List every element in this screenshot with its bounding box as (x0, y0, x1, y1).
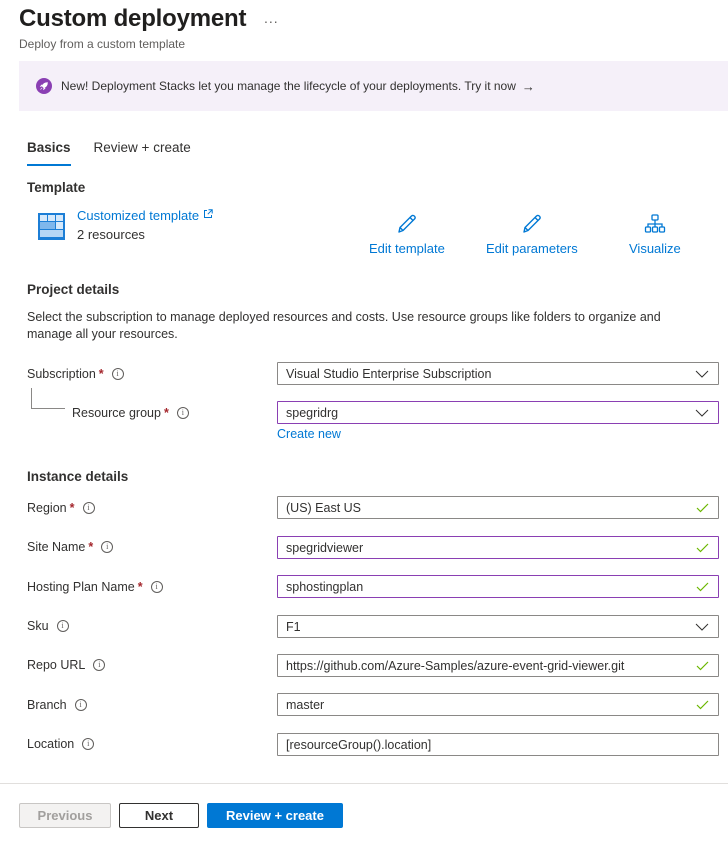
tab-review-create[interactable]: Review + create (94, 140, 191, 163)
more-options-button[interactable]: ... (264, 10, 279, 26)
hosting-plan-name-label-text: Hosting Plan Name (27, 580, 135, 594)
resource-group-value: spegridrg (286, 405, 339, 420)
subscription-label-text: Subscription (27, 367, 96, 381)
repo-url-label: Repo URL i (27, 658, 106, 672)
location-input[interactable]: [resourceGroup().location] (277, 733, 719, 756)
repo-url-input[interactable]: https://github.com/Azure-Samples/azure-e… (277, 654, 719, 677)
checkmark-icon (690, 700, 714, 710)
region-label-text: Region (27, 501, 67, 515)
review-create-button[interactable]: Review + create (207, 803, 343, 828)
previous-button[interactable]: Previous (19, 803, 111, 828)
region-value: (US) East US (286, 500, 362, 515)
customized-template-link[interactable]: Customized template (77, 208, 213, 223)
required-marker: * (88, 540, 94, 554)
template-icon (38, 213, 65, 243)
resource-group-label: Resource group * i (72, 406, 189, 420)
external-link-icon (203, 208, 213, 223)
template-name: Customized template (77, 208, 200, 223)
footer-divider (0, 783, 728, 784)
site-name-label-text: Site Name (27, 540, 86, 554)
edit-template-label: Edit template (369, 241, 445, 256)
template-resource-count: 2 resources (77, 227, 145, 242)
instance-details-heading: Instance details (27, 469, 129, 484)
info-icon[interactable]: i (150, 581, 163, 593)
edit-parameters-label: Edit parameters (486, 241, 578, 256)
branch-label-text: Branch (27, 698, 67, 712)
deployment-stacks-banner[interactable]: New! Deployment Stacks let you manage th… (19, 61, 728, 111)
checkmark-icon (690, 661, 714, 671)
region-input[interactable]: (US) East US (277, 496, 719, 519)
pencil-icon (396, 214, 418, 237)
sku-label-text: Sku (27, 619, 49, 633)
hosting-plan-name-value: sphostingplan (286, 579, 364, 594)
subscription-dropdown[interactable]: Visual Studio Enterprise Subscription (277, 362, 719, 385)
project-details-description: Select the subscription to manage deploy… (27, 310, 661, 341)
branch-input[interactable]: master (277, 693, 719, 716)
checkmark-icon (690, 582, 714, 592)
info-icon[interactable]: i (82, 502, 95, 514)
required-marker: * (69, 501, 75, 515)
region-label: Region * i (27, 501, 95, 515)
next-button[interactable]: Next (119, 803, 199, 828)
rocket-icon (36, 78, 52, 94)
site-name-input[interactable]: spegridviewer (277, 536, 719, 559)
tab-basics[interactable]: Basics (27, 140, 71, 166)
arrow-right-icon: → (521, 78, 535, 94)
project-details-heading: Project details (27, 282, 120, 297)
site-name-label: Site Name * i (27, 540, 114, 554)
site-name-value: spegridviewer (286, 540, 364, 555)
checkmark-icon (690, 543, 714, 553)
info-icon[interactable]: i (111, 368, 124, 380)
location-label-text: Location (27, 737, 75, 751)
repo-url-label-text: Repo URL (27, 658, 86, 672)
tab-bar: Basics Review + create (27, 140, 214, 166)
pencil-icon (521, 214, 543, 237)
resource-group-label-text: Resource group (72, 406, 161, 420)
required-marker: * (98, 367, 104, 381)
template-heading: Template (27, 180, 86, 195)
location-value: [resourceGroup().location] (286, 737, 432, 752)
edit-parameters-button[interactable]: Edit parameters (486, 214, 578, 256)
chevron-down-icon (690, 409, 714, 417)
required-marker: * (137, 580, 143, 594)
chevron-down-icon (690, 623, 714, 631)
info-icon[interactable]: i (101, 541, 114, 553)
info-icon[interactable]: i (82, 738, 95, 750)
info-icon[interactable]: i (56, 620, 69, 632)
info-icon[interactable]: i (74, 699, 87, 711)
resource-group-dropdown[interactable]: spegridrg (277, 401, 719, 424)
chevron-down-icon (690, 370, 714, 378)
sku-label: Sku i (27, 619, 69, 633)
hierarchy-icon (644, 214, 666, 237)
banner-text: New! Deployment Stacks let you manage th… (61, 79, 516, 93)
visualize-label: Visualize (629, 241, 681, 256)
subscription-label: Subscription * i (27, 367, 124, 381)
sku-dropdown[interactable]: F1 (277, 615, 719, 638)
hosting-plan-name-input[interactable]: sphostingplan (277, 575, 719, 598)
create-new-resource-group-link[interactable]: Create new (277, 427, 341, 441)
subscription-value: Visual Studio Enterprise Subscription (286, 366, 492, 381)
visualize-button[interactable]: Visualize (629, 214, 681, 256)
required-marker: * (163, 406, 169, 420)
info-icon[interactable]: i (93, 659, 106, 671)
hosting-plan-name-label: Hosting Plan Name * i (27, 580, 163, 594)
branch-value: master (286, 697, 325, 712)
tree-connector (31, 388, 65, 409)
page-title: Custom deployment (19, 5, 247, 32)
info-icon[interactable]: i (176, 407, 189, 419)
sku-value: F1 (286, 619, 301, 634)
edit-template-button[interactable]: Edit template (369, 214, 445, 256)
checkmark-icon (690, 503, 714, 513)
location-label: Location i (27, 737, 95, 751)
branch-label: Branch i (27, 698, 87, 712)
page-subtitle: Deploy from a custom template (19, 37, 186, 51)
repo-url-value: https://github.com/Azure-Samples/azure-e… (286, 658, 625, 673)
